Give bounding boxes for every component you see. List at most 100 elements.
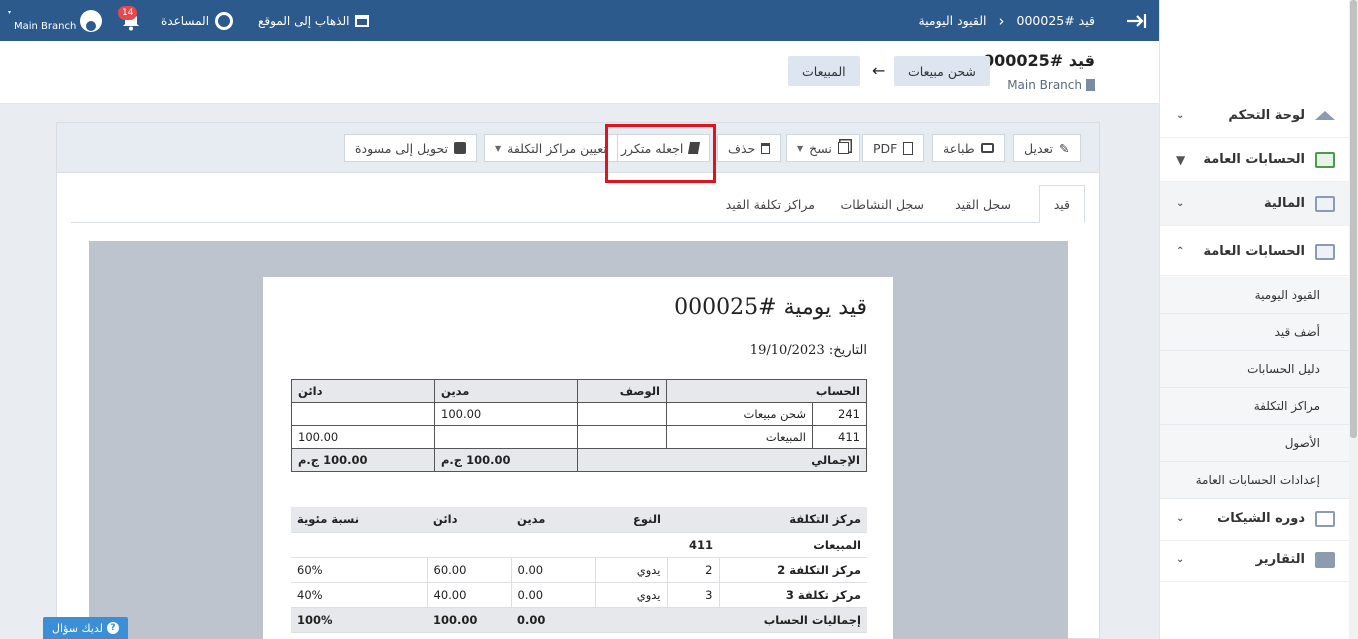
- pdf-label: PDF: [873, 140, 898, 156]
- file-icon: [903, 141, 914, 155]
- chip-from-account[interactable]: شحن مبيعات: [894, 56, 990, 86]
- sidebar-subitem-settings[interactable]: إعدادات الحسابات العامة: [1160, 462, 1349, 499]
- help-link[interactable]: المساعدة: [161, 0, 234, 41]
- tab-bar: قيد سجل القيد سجل النشاطات مراكز تكلفة ا…: [71, 185, 1085, 223]
- sidebar-item-label: التقارير: [1255, 552, 1305, 567]
- total-credit: 100.00 ج.م: [291, 448, 435, 472]
- delete-button[interactable]: حذف: [717, 134, 782, 162]
- entry-description: [577, 425, 667, 449]
- sidebar-subitem-journal-entries[interactable]: القيود اليومية: [1160, 277, 1349, 314]
- scrollbar-thumb[interactable]: [1350, 0, 1357, 438]
- page-title: قيد #000025: [982, 51, 1095, 70]
- account-name: المبيعات: [666, 425, 813, 449]
- chip-to-account[interactable]: المبيعات: [788, 56, 860, 86]
- tab-entry-cost-centers[interactable]: مراكز تكلفة القيد: [712, 185, 829, 223]
- card-icon: [1315, 510, 1335, 527]
- ask-question-button[interactable]: لديك سؤال ?: [43, 617, 128, 639]
- sidebar-subitem-add-entry[interactable]: أضف قيد: [1160, 314, 1349, 351]
- building-icon: [1086, 79, 1095, 91]
- tab-entry[interactable]: قيد: [1038, 185, 1085, 223]
- cc-name: مركز التكلفة 2: [718, 557, 867, 583]
- assign-cost-centers-label: تعيين مراكز التكلفة: [507, 140, 607, 156]
- ask-question-label: لديك سؤال: [52, 621, 103, 635]
- entry-credit: [291, 402, 435, 426]
- entry-debit: [434, 425, 578, 449]
- cc-debit: 0.00: [510, 582, 595, 608]
- table-row: المبيعات 411: [291, 532, 867, 558]
- sidebar-item-label: الحسابات العامة: [1203, 244, 1305, 259]
- bar-chart-icon: [1315, 551, 1335, 568]
- edit-button[interactable]: تعديل ✎: [1013, 134, 1081, 162]
- page-branch: Main Branch: [1007, 78, 1095, 92]
- sidebar-item-finance[interactable]: ⌄ المالية: [1160, 182, 1349, 226]
- sidebar-subitem-cost-centers[interactable]: مراكز التكلفة: [1160, 388, 1349, 425]
- tab-entry-log[interactable]: سجل القيد: [941, 185, 1025, 223]
- cc-account-code: 411: [667, 532, 719, 558]
- printer-icon: [980, 143, 994, 153]
- lifebuoy-icon: [215, 11, 234, 30]
- sidebar: ⌄ لوحة التحكم ▼ الحسابات العامة ⌄ المالي…: [1159, 0, 1358, 639]
- sidebar-subitem-chart-of-accounts[interactable]: دليل الحسابات: [1160, 351, 1349, 388]
- breadcrumb-parent[interactable]: القيود اليومية: [918, 13, 986, 28]
- breadcrumb-separator: ›: [998, 11, 1005, 30]
- sidebar-item-general-accounts-expanded[interactable]: ⌃ الحسابات العامة: [1160, 228, 1349, 276]
- cc-debit: 0.00: [510, 557, 595, 583]
- goto-site-link[interactable]: الذهاب إلى الموقع: [258, 0, 370, 41]
- user-avatar[interactable]: [80, 0, 102, 41]
- general-accounts-submenu: القيود اليومية أضف قيد دليل الحسابات مرا…: [1160, 277, 1349, 499]
- cc-percent: 60%: [291, 557, 427, 583]
- branch-dropdown-caret: ▾: [8, 9, 12, 16]
- pdf-button[interactable]: PDF: [862, 134, 925, 162]
- assign-cost-centers-button[interactable]: ▼ تعيين مراكز التكلفة: [484, 134, 618, 162]
- cc-account-name: المبيعات: [719, 532, 867, 558]
- pencil-icon: ✎: [1059, 140, 1070, 156]
- tab-activity-log[interactable]: سجل النشاطات: [826, 185, 938, 223]
- document-preview: قيد يومية #000025 التاريخ: 19/10/2023 ال…: [89, 241, 1068, 639]
- chevron-up-icon: ⌃: [1176, 246, 1185, 257]
- header-percent: نسبة مئوية: [291, 507, 427, 533]
- chevron-down-icon: ⌄: [1176, 513, 1185, 524]
- total-row: الإجمالي 100.00 ج.م 100.00 ج.م: [291, 448, 867, 472]
- print-button[interactable]: طباعة: [932, 134, 1005, 162]
- print-label: طباعة: [943, 140, 975, 156]
- sidebar-item-label: لوحة التحكم: [1228, 108, 1305, 123]
- highlight-box: [605, 124, 716, 183]
- document-paper: قيد يومية #000025 التاريخ: 19/10/2023 ال…: [263, 277, 893, 639]
- edit-square-icon: [454, 142, 467, 154]
- header-account: الحساب: [666, 379, 867, 403]
- document-date: التاريخ: 19/10/2023: [749, 343, 867, 358]
- copy-label: نسخ: [809, 140, 832, 156]
- convert-to-draft-button[interactable]: تحويل إلى مسودة: [344, 134, 478, 162]
- scrollbar[interactable]: [1349, 0, 1358, 639]
- sidebar-item-dashboard[interactable]: ⌄ لوحة التحكم: [1160, 94, 1349, 138]
- money-icon: [1315, 151, 1335, 168]
- store-icon: [355, 14, 370, 27]
- cash-icon: [1315, 195, 1335, 212]
- sidebar-item-general-accounts[interactable]: ▼ الحسابات العامة: [1160, 138, 1349, 182]
- sidebar-subitem-assets[interactable]: الأصول: [1160, 425, 1349, 462]
- sidebar-toggle-icon[interactable]: [1125, 0, 1149, 41]
- sidebar-item-reports[interactable]: ⌄ التقارير: [1160, 538, 1349, 582]
- cc-percent: 40%: [291, 582, 427, 608]
- entry-credit: 100.00: [291, 425, 435, 449]
- cost-center-table: مركز التكلفة النوع مدين دائن نسبة مئوية …: [291, 507, 867, 633]
- header-cost-center: مركز التكلفة: [667, 507, 867, 533]
- filter-icon: ▼: [1176, 152, 1186, 167]
- chevron-down-icon: ⌄: [1176, 110, 1185, 121]
- sidebar-item-cheques[interactable]: ⌄ دوره الشيكات: [1160, 497, 1349, 541]
- cc-account-filler: [291, 532, 667, 558]
- avatar: [80, 9, 102, 32]
- account-name: شحن مبيعات: [666, 402, 813, 426]
- cc-total-label: إجماليات الحساب: [595, 607, 867, 633]
- chevron-down-icon: ⌄: [1176, 198, 1185, 209]
- page-branch-label: Main Branch: [1007, 78, 1082, 92]
- copy-button[interactable]: ▼ نسخ: [786, 134, 860, 162]
- cc-total-percent: 100%: [291, 607, 427, 633]
- cc-credit: 40.00: [426, 582, 511, 608]
- convert-to-draft-label: تحويل إلى مسودة: [355, 140, 449, 156]
- sidebar-item-label: الحسابات العامة: [1203, 152, 1305, 167]
- total-row: إجماليات الحساب 0.00 100.00 100%: [291, 607, 867, 633]
- cc-number: 3: [666, 582, 719, 608]
- money-icon: [1315, 243, 1335, 260]
- branch-selector[interactable]: ▾ Main Branch: [6, 0, 76, 41]
